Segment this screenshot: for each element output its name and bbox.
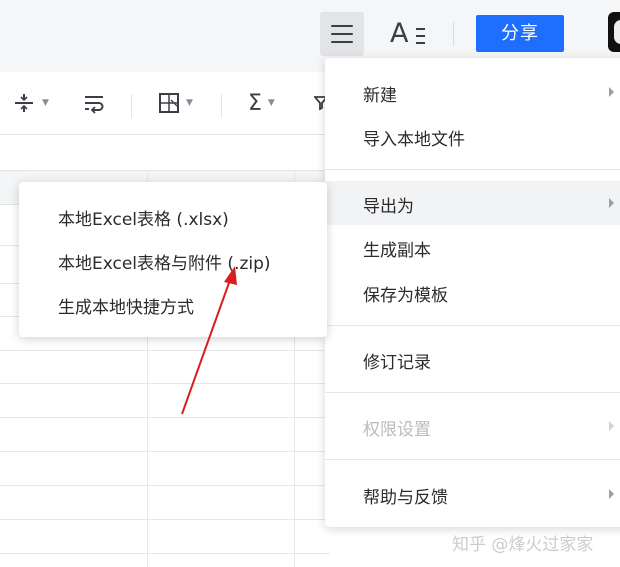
annotation-arrow-icon — [181, 266, 237, 415]
watermark: 知乎 @烽火过家家 — [452, 535, 594, 555]
